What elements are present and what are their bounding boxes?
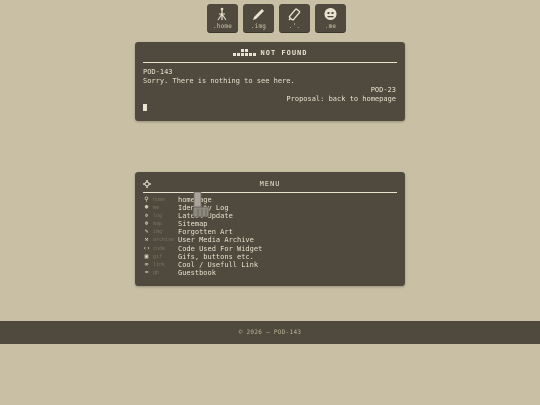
not-found-title: NOT FOUND: [260, 49, 308, 57]
menu-list: ⚲ home homepage ☻ me Identity Log ✲ log …: [143, 196, 397, 277]
antenna-icon: ⚲: [144, 196, 149, 203]
menu-item-log[interactable]: ✲ log Latest Update: [143, 212, 397, 220]
nav-tools-label: .ʼ.: [288, 23, 301, 30]
globe-icon: ⊗: [144, 220, 149, 228]
face-icon: [324, 8, 337, 20]
pencil-icon: [253, 9, 264, 20]
nav-me-label: .me: [324, 23, 337, 30]
menu-item-code: me: [153, 205, 160, 212]
menu-item-label: Code Used For Widget: [178, 244, 263, 253]
pixel-blocks-icon: [232, 49, 256, 56]
not-found-panel: NOT FOUND POD-143 Sorry. There is nothin…: [135, 42, 405, 121]
menu-item-label: Cool / Usefull Link: [178, 260, 259, 269]
menu-item-label: User Media Archive: [178, 236, 254, 245]
homepage-proposal-link[interactable]: Proposal: back to homepage: [286, 95, 396, 104]
menu-item-code: map: [153, 221, 163, 228]
wrench-icon: [288, 8, 301, 21]
menu-panel: MENU ⚲ home homepage ☻ me Identity Log ✲…: [135, 172, 405, 286]
menu-item-home[interactable]: ⚲ home homepage: [143, 196, 397, 204]
nav-img-button[interactable]: .img: [243, 4, 274, 32]
code-icon: ‹›: [143, 244, 151, 252]
menu-item-code: gif: [153, 253, 163, 260]
menu-item-code: log: [153, 213, 163, 220]
menu-item-label: Gifs, buttons etc.: [178, 252, 254, 261]
menu-item-code: img: [153, 229, 163, 236]
error-message: Sorry. There is nothing to see here.: [143, 77, 295, 85]
menu-item-code: gb: [153, 269, 160, 276]
menu-item-code: archive: [153, 237, 175, 244]
top-navigation: .home .img .ʼ. .me: [207, 4, 346, 32]
menu-item-map[interactable]: ⊗ map Sitemap: [143, 220, 397, 228]
menu-item-img[interactable]: ✎ img Forgotten Art: [143, 228, 397, 236]
menu-item-gif[interactable]: ▣ gif Gifs, buttons etc.: [143, 253, 397, 261]
copyright-text: © 2026 — POD-143: [238, 329, 302, 336]
antenna-icon: [217, 7, 227, 21]
book-icon: ≈: [144, 268, 149, 276]
hand-pointer-icon: [192, 192, 210, 218]
pencil-icon: ✎: [144, 228, 149, 236]
link-icon: ∞: [144, 260, 149, 268]
nav-img-label: .img: [250, 23, 267, 30]
not-found-header: NOT FOUND: [135, 49, 405, 57]
menu-divider: [143, 192, 397, 193]
menu-item-code: code: [153, 245, 166, 252]
error-id: POD-143: [143, 68, 173, 76]
menu-item-archive[interactable]: ⚒ archive User Media Archive: [143, 236, 397, 244]
menu-item-label: Sitemap: [178, 220, 208, 229]
title-divider: [143, 62, 397, 63]
menu-item-code-widget[interactable]: ‹› code Code Used For Widget: [143, 245, 397, 253]
face-icon: ☻: [144, 204, 149, 212]
nav-tools-button[interactable]: .ʼ.: [279, 4, 310, 32]
menu-item-me[interactable]: ☻ me Identity Log: [143, 204, 397, 212]
footer: © 2026 — POD-143: [0, 321, 540, 344]
nav-home-label: .home: [212, 23, 233, 30]
nav-me-button[interactable]: .me: [315, 4, 346, 32]
wrench-icon: ⚒: [144, 236, 149, 244]
menu-item-code: link: [153, 261, 166, 268]
menu-item-link[interactable]: ∞ link Cool / Usefull Link: [143, 261, 397, 269]
image-icon: ▣: [144, 252, 149, 260]
menu-title: MENU: [259, 180, 281, 188]
text-cursor: [143, 104, 147, 111]
menu-item-code: home: [153, 197, 166, 203]
menu-item-label: Guestbook: [178, 268, 216, 277]
menu-item-label: Forgotten Art: [178, 228, 233, 237]
gear-icon: ✲: [144, 212, 149, 220]
menu-item-guestbook[interactable]: ≈ gb Guestbook: [143, 269, 397, 277]
error-ref: POD-23: [370, 86, 396, 94]
nav-home-button[interactable]: .home: [207, 4, 238, 32]
